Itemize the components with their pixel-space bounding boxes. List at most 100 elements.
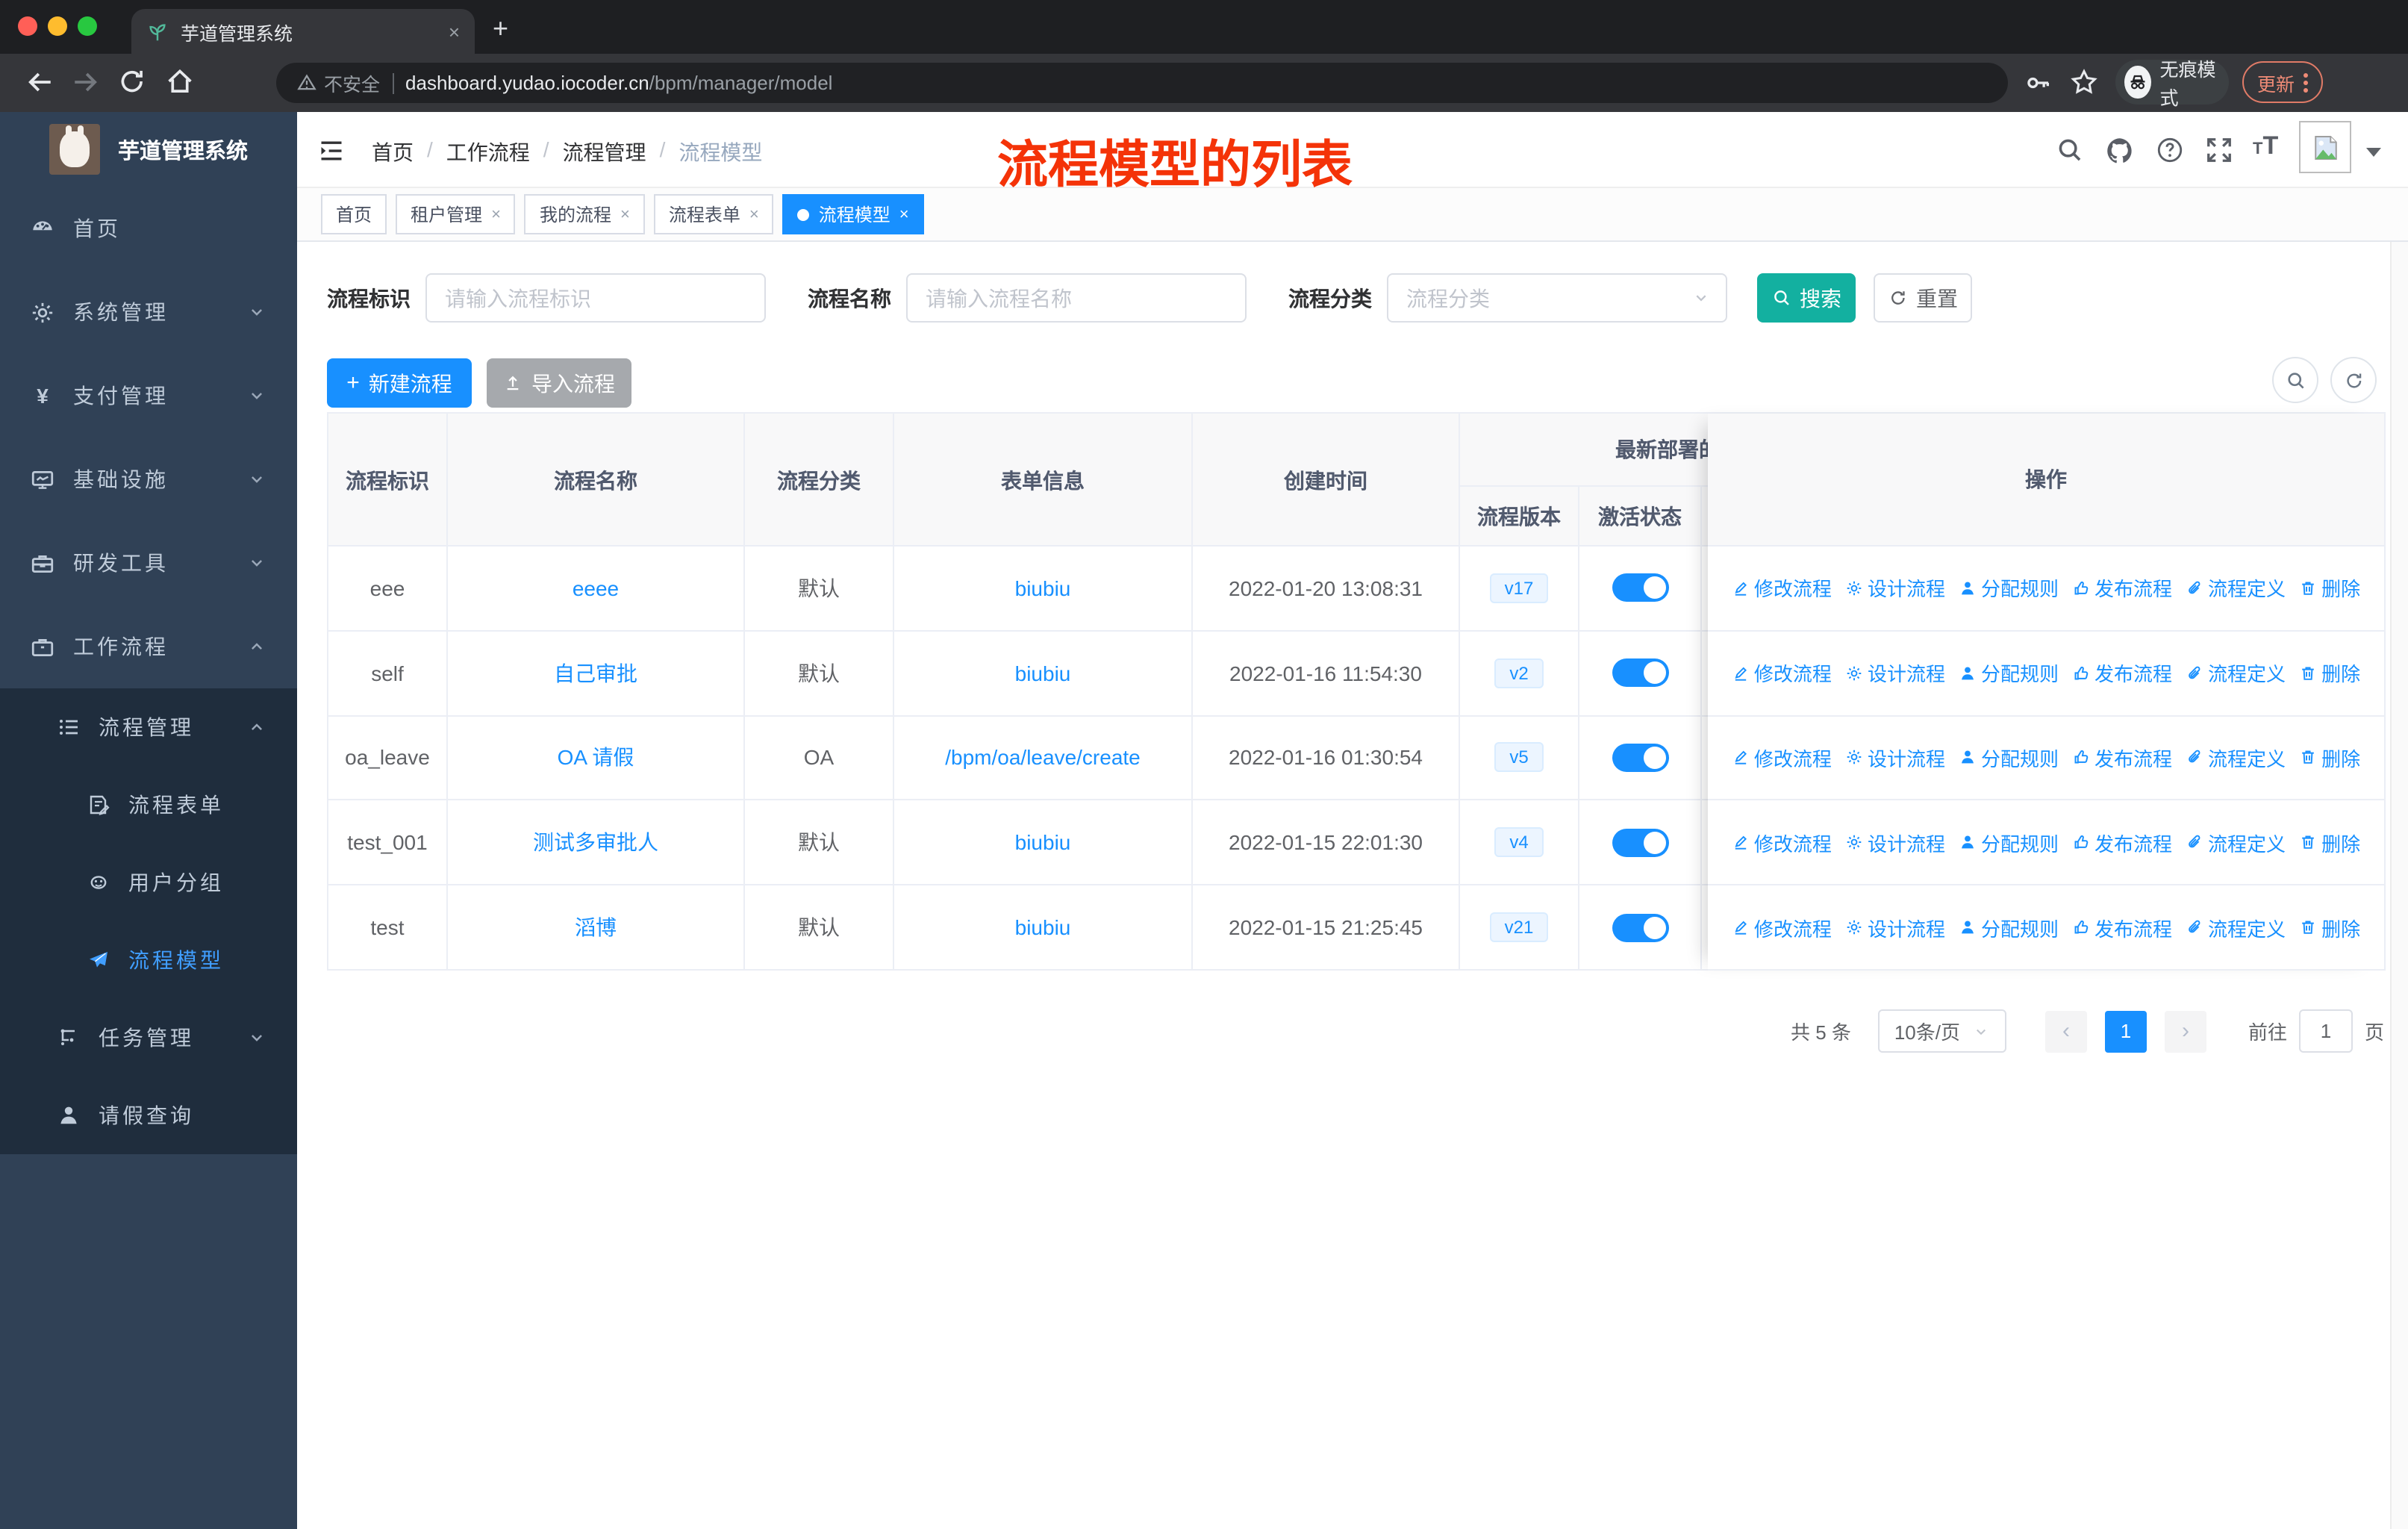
menu-fold-icon[interactable] — [318, 137, 345, 164]
action-modify[interactable]: 修改流程 — [1732, 658, 1832, 687]
form-link[interactable]: biubiu — [1015, 576, 1071, 600]
page-size-select[interactable]: 10条/页 — [1877, 1009, 2006, 1053]
back-icon[interactable] — [24, 66, 57, 99]
tag-close-icon[interactable]: × — [491, 205, 501, 223]
action-delete[interactable]: 删除 — [2299, 829, 2360, 857]
category-select[interactable]: 流程分类 — [1387, 273, 1727, 323]
action-definition[interactable]: 流程定义 — [2186, 829, 2286, 857]
action-assign-rule[interactable]: 分配规则 — [1959, 829, 2059, 857]
user-avatar[interactable] — [2299, 121, 2351, 173]
reload-icon[interactable] — [116, 66, 148, 97]
process-name-input[interactable] — [906, 273, 1247, 323]
action-design[interactable]: 设计流程 — [1845, 829, 1945, 857]
process-name-link[interactable]: eeee — [573, 576, 619, 600]
breadcrumb-workflow[interactable]: 工作流程 — [446, 137, 530, 167]
search-icon[interactable] — [2056, 136, 2084, 164]
action-modify[interactable]: 修改流程 — [1732, 574, 1832, 602]
password-key-icon[interactable] — [2024, 69, 2053, 97]
create-process-button[interactable]: + 新建流程 — [327, 358, 472, 408]
search-button[interactable]: 搜索 — [1757, 273, 1856, 323]
home-icon[interactable] — [164, 66, 196, 97]
next-page-button[interactable]: › — [2164, 1010, 2206, 1052]
fullscreen-icon[interactable] — [2205, 136, 2233, 164]
action-publish[interactable]: 发布流程 — [2072, 658, 2172, 687]
action-design[interactable]: 设计流程 — [1845, 913, 1945, 941]
process-name-link[interactable]: OA 请假 — [558, 743, 634, 773]
process-name-link[interactable]: 自己审批 — [554, 658, 637, 688]
tag-tenant[interactable]: 租户管理 × — [396, 194, 516, 234]
tag-close-icon[interactable]: × — [749, 205, 759, 223]
active-toggle[interactable] — [1612, 828, 1668, 857]
action-definition[interactable]: 流程定义 — [2186, 744, 2286, 772]
action-publish[interactable]: 发布流程 — [2072, 574, 2172, 602]
current-page[interactable]: 1 — [2104, 1010, 2147, 1052]
goto-page-input[interactable] — [2298, 1009, 2353, 1053]
browser-menu-icon[interactable] — [2303, 72, 2308, 92]
tag-close-icon[interactable]: × — [620, 205, 630, 223]
action-delete[interactable]: 删除 — [2299, 913, 2360, 941]
sidebar-item-infra[interactable]: 基础设施 — [0, 437, 297, 521]
action-design[interactable]: 设计流程 — [1845, 574, 1945, 602]
action-definition[interactable]: 流程定义 — [2186, 658, 2286, 687]
tag-close-icon[interactable]: × — [899, 205, 909, 223]
action-publish[interactable]: 发布流程 — [2072, 913, 2172, 941]
action-modify[interactable]: 修改流程 — [1732, 829, 1832, 857]
action-modify[interactable]: 修改流程 — [1732, 913, 1832, 941]
github-icon[interactable] — [2105, 136, 2135, 166]
action-assign-rule[interactable]: 分配规则 — [1959, 913, 2059, 941]
action-publish[interactable]: 发布流程 — [2072, 829, 2172, 857]
bookmark-star-icon[interactable] — [2069, 67, 2099, 97]
action-publish[interactable]: 发布流程 — [2072, 744, 2172, 772]
sidebar-logo[interactable]: 芋道管理系统 — [0, 112, 297, 187]
browser-update-button[interactable]: 更新 — [2242, 61, 2323, 103]
avatar-caret-icon[interactable] — [2366, 148, 2381, 157]
sidebar-item-devtools[interactable]: 研发工具 — [0, 521, 297, 605]
action-delete[interactable]: 删除 — [2299, 658, 2360, 687]
sidebar-item-leave-query[interactable]: 请假查询 — [0, 1077, 297, 1154]
action-delete[interactable]: 删除 — [2299, 744, 2360, 772]
action-assign-rule[interactable]: 分配规则 — [1959, 574, 2059, 602]
url-bar[interactable]: 不安全 dashboard.yudao.iocoder.cn/bpm/manag… — [276, 63, 2008, 103]
sidebar-item-user-group[interactable]: 用户分组 — [0, 844, 297, 921]
sidebar-item-task-mgmt[interactable]: 任务管理 — [0, 999, 297, 1077]
sidebar-item-process-form[interactable]: 流程表单 — [0, 766, 297, 844]
tag-my-process[interactable]: 我的流程 × — [524, 194, 645, 234]
active-toggle[interactable] — [1612, 573, 1668, 602]
tab-close-icon[interactable]: × — [449, 20, 460, 43]
sidebar-item-process-mgmt[interactable]: 流程管理 — [0, 688, 297, 766]
browser-tab[interactable]: 芋道管理系统 × — [131, 9, 475, 54]
form-link[interactable]: /bpm/oa/leave/create — [945, 746, 1141, 770]
import-process-button[interactable]: 导入流程 — [487, 358, 631, 408]
form-link[interactable]: biubiu — [1015, 831, 1071, 855]
active-toggle[interactable] — [1612, 913, 1668, 942]
show-search-button[interactable] — [2272, 357, 2318, 403]
sidebar-item-workflow[interactable]: 工作流程 — [0, 605, 297, 688]
action-modify[interactable]: 修改流程 — [1732, 744, 1832, 772]
sidebar-item-home[interactable]: 首页 — [0, 187, 297, 270]
sidebar-item-process-model[interactable]: 流程模型 — [0, 921, 297, 999]
action-definition[interactable]: 流程定义 — [2186, 574, 2286, 602]
security-warning[interactable]: 不安全 — [297, 69, 380, 97]
tag-process-form[interactable]: 流程表单 × — [653, 194, 774, 234]
forward-icon[interactable] — [69, 66, 102, 99]
action-assign-rule[interactable]: 分配规则 — [1959, 744, 2059, 772]
form-link[interactable]: biubiu — [1015, 661, 1071, 685]
process-name-link[interactable]: 滔博 — [575, 912, 617, 942]
window-maximize-button[interactable] — [78, 16, 97, 36]
refresh-table-button[interactable] — [2330, 357, 2377, 403]
action-design[interactable]: 设计流程 — [1845, 658, 1945, 687]
process-id-input[interactable] — [425, 273, 766, 323]
active-toggle[interactable] — [1612, 743, 1668, 772]
action-assign-rule[interactable]: 分配规则 — [1959, 658, 2059, 687]
font-size-icon[interactable]: TT — [2253, 131, 2278, 161]
window-close-button[interactable] — [18, 16, 37, 36]
help-icon[interactable] — [2156, 136, 2184, 164]
active-toggle[interactable] — [1612, 658, 1668, 688]
prev-page-button[interactable]: ‹ — [2044, 1010, 2087, 1052]
tag-process-model[interactable]: 流程模型 × — [782, 194, 924, 234]
sidebar-item-payment[interactable]: ¥ 支付管理 — [0, 354, 297, 437]
action-delete[interactable]: 删除 — [2299, 574, 2360, 602]
action-design[interactable]: 设计流程 — [1845, 744, 1945, 772]
process-name-link[interactable]: 测试多审批人 — [533, 828, 658, 858]
reset-button[interactable]: 重置 — [1874, 273, 1972, 323]
